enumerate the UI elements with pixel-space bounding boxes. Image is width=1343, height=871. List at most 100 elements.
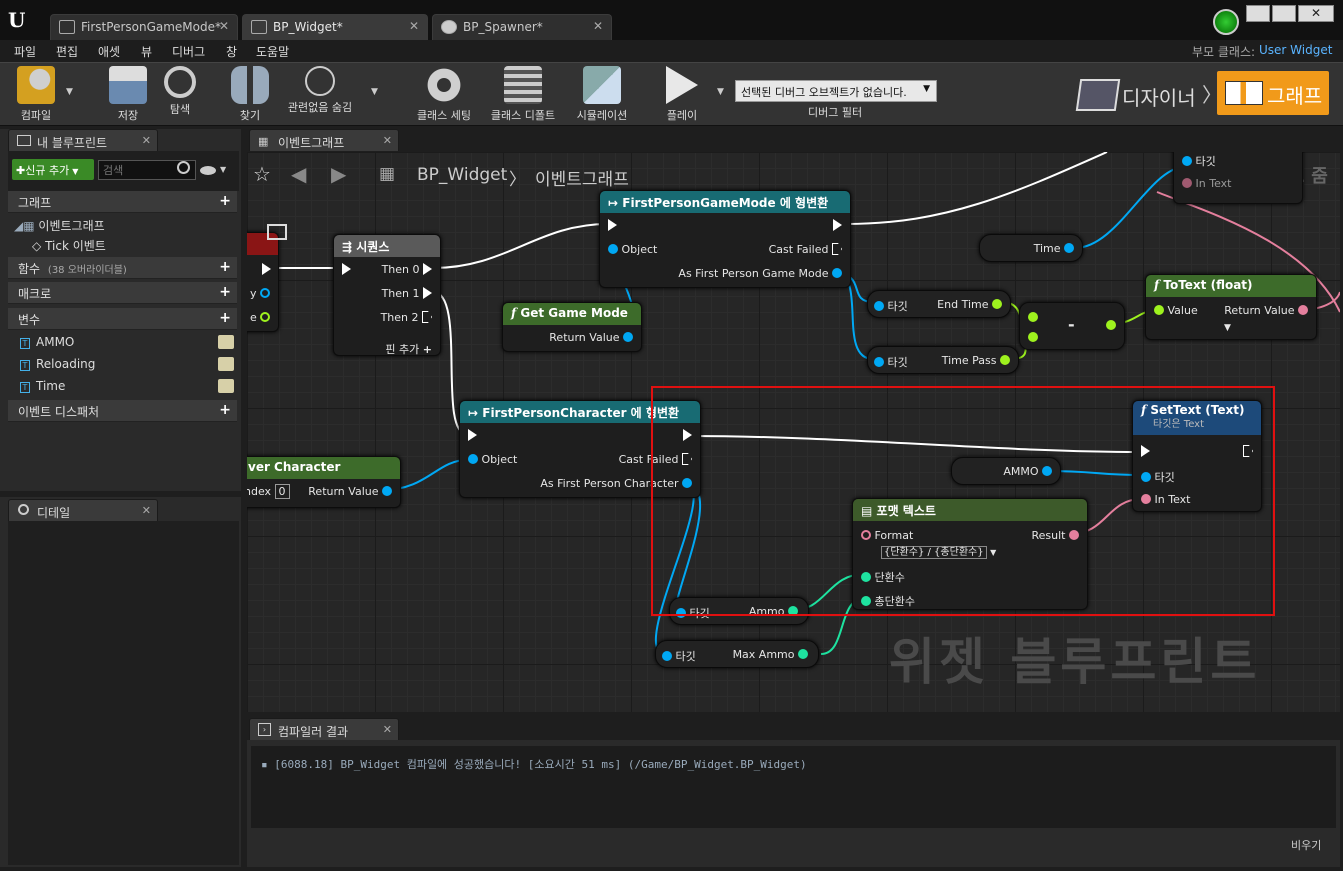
max-ammo-getter-node[interactable]: 타깃 Max Ammo	[655, 640, 819, 668]
player-index-pin[interactable]: ndex 0	[247, 484, 290, 499]
close-icon[interactable]: ✕	[409, 19, 419, 33]
expand-chevron-icon[interactable]: ▼	[1224, 323, 1231, 333]
section-macros[interactable]: 매크로 +	[8, 282, 237, 304]
visibility-eye-icon[interactable]	[200, 166, 216, 175]
find-button[interactable]: 찾기	[226, 66, 274, 123]
compile-button[interactable]: 컴파일	[8, 66, 64, 123]
in-text-pin[interactable]: In Text	[1182, 177, 1231, 190]
simulation-button[interactable]: 시뮬레이션	[570, 66, 634, 123]
exec-in-pin[interactable]	[342, 263, 351, 276]
section-graphs[interactable]: 그래프 +	[8, 191, 237, 213]
then-2-pin[interactable]: Then 2	[381, 311, 432, 324]
add-new-button[interactable]: ✚신규 추가 ▼	[12, 159, 94, 180]
tick-event-item[interactable]: ◇ Tick 이벤트	[32, 237, 106, 254]
play-options-chevron-icon[interactable]: ▼	[717, 87, 724, 97]
close-icon[interactable]: ✕	[142, 504, 151, 517]
maximize-button[interactable]	[1272, 5, 1296, 22]
close-icon[interactable]: ✕	[383, 134, 392, 147]
target-pin[interactable]: 타깃	[874, 354, 908, 370]
float-pin[interactable]: e	[250, 311, 271, 324]
settext-node-top[interactable]: 타깃 In Text	[1173, 152, 1303, 204]
value-pin[interactable]: Value	[1154, 304, 1198, 317]
variable-time[interactable]: T Time	[20, 379, 65, 393]
tab-event-graph[interactable]: ▦ 이벤트그래프 ✕	[249, 129, 399, 151]
tab-bp-widget[interactable]: BP_Widget* ✕	[242, 14, 428, 40]
variable-ammo[interactable]: T AMMO	[20, 335, 74, 349]
eye-icon[interactable]	[218, 379, 234, 393]
close-icon[interactable]: ✕	[219, 19, 229, 33]
time-pass-getter-node[interactable]: 타깃 Time Pass	[867, 346, 1019, 374]
close-icon[interactable]: ✕	[383, 723, 392, 736]
menu-edit[interactable]: 편집	[56, 43, 78, 60]
menu-asset[interactable]: 애셋	[98, 43, 120, 60]
forward-arrow-icon[interactable]: ▶	[331, 162, 346, 186]
exec-out-pin[interactable]	[262, 263, 271, 276]
get-game-mode-node[interactable]: f Get Game Mode Return Value	[502, 302, 642, 352]
close-icon[interactable]: ✕	[593, 19, 603, 33]
close-window-button[interactable]: ✕	[1298, 5, 1334, 22]
graph-canvas[interactable]: ☆ ◀ ▶ ▦ BP_Widget 〉 이벤트그래프 -1 줌 위젯 블루프린트…	[247, 152, 1340, 712]
tab-firstpersongamemode[interactable]: FirstPersonGameMode* ✕	[50, 14, 238, 40]
a-pin[interactable]	[1028, 311, 1038, 324]
hide-unrelated-chevron-icon[interactable]: ▼	[371, 87, 378, 97]
compile-options-chevron-icon[interactable]: ▼	[66, 87, 73, 97]
object-pin[interactable]: Object	[468, 453, 517, 466]
tab-details[interactable]: 디테일 ✕	[8, 499, 158, 521]
then-1-pin[interactable]: Then 1	[382, 287, 432, 300]
eye-icon[interactable]	[218, 335, 234, 349]
clear-button[interactable]: 비우기	[1291, 837, 1321, 853]
play-button[interactable]: 플레이	[660, 66, 704, 123]
chevron-down-icon[interactable]: ▼	[220, 165, 226, 174]
exec-out-pin[interactable]	[833, 219, 842, 232]
event-graph-item[interactable]: ◢▦ 이벤트그래프	[14, 217, 105, 234]
add-macro-button[interactable]: +	[219, 284, 231, 300]
section-functions[interactable]: 함수 (38 오버라이더블) +	[8, 257, 237, 279]
return-value-pin[interactable]: Return Value	[549, 331, 633, 344]
menu-debug[interactable]: 디버그	[172, 43, 205, 60]
to-text-float-node[interactable]: f ToText (float) Value Return Value ▼	[1145, 274, 1317, 340]
variable-reloading[interactable]: T Reloading	[20, 357, 95, 371]
menu-view[interactable]: 뷰	[141, 43, 152, 60]
max-ammo-out-pin[interactable]: Max Ammo	[733, 648, 808, 661]
favorite-star-icon[interactable]: ☆	[253, 162, 271, 186]
add-function-button[interactable]: +	[219, 259, 231, 275]
close-icon[interactable]: ✕	[142, 134, 151, 147]
menu-help[interactable]: 도움말	[256, 43, 289, 60]
target-pin[interactable]: 타깃	[874, 298, 908, 314]
save-button[interactable]: 저장	[104, 66, 152, 123]
end-time-getter-node[interactable]: 타깃 End Time	[867, 290, 1011, 318]
get-player-character-node[interactable]: ver Character ndex 0 Return Value	[247, 456, 401, 508]
cast-to-gamemode-node[interactable]: ↦ FirstPersonGameMode 에 형변환 Object Cast …	[599, 190, 851, 288]
class-defaults-button[interactable]: 클래스 디폴트	[486, 66, 560, 123]
section-variables[interactable]: 변수 +	[8, 308, 237, 330]
return-value-pin[interactable]: Return Value	[1224, 304, 1308, 317]
add-pin-button[interactable]: 핀 추가 +	[385, 341, 432, 357]
designer-mode-button[interactable]: 디자이너	[1075, 75, 1204, 115]
object-pin[interactable]: Object	[608, 243, 657, 256]
target-pin[interactable]: 타깃	[1182, 153, 1216, 169]
time-pass-out-pin[interactable]: Time Pass	[942, 354, 1010, 367]
then-0-pin[interactable]: Then 0	[382, 263, 432, 276]
breadcrumb-blueprint[interactable]: BP_Widget	[417, 165, 507, 185]
menu-window[interactable]: 창	[226, 43, 237, 60]
browse-button[interactable]: 탐색	[156, 66, 204, 117]
back-arrow-icon[interactable]: ◀	[291, 162, 306, 186]
exec-in-pin[interactable]	[468, 429, 477, 442]
add-variable-button[interactable]: +	[219, 310, 231, 326]
result-pin[interactable]	[1106, 319, 1116, 332]
menu-file[interactable]: 파일	[14, 43, 36, 60]
add-dispatcher-button[interactable]: +	[219, 402, 231, 418]
eye-icon[interactable]	[218, 357, 234, 371]
end-time-out-pin[interactable]: End Time	[937, 298, 1002, 311]
target-pin[interactable]: 타깃	[662, 648, 696, 664]
add-graph-button[interactable]: +	[219, 193, 231, 209]
as-gamemode-pin[interactable]: As First Person Game Mode	[678, 267, 842, 280]
class-settings-button[interactable]: 클래스 세팅	[410, 66, 478, 123]
cast-failed-pin[interactable]: Cast Failed	[769, 243, 842, 256]
debug-object-select[interactable]: 선택된 디버그 오브젝트가 없습니다. ▼	[735, 80, 937, 102]
source-control-icon[interactable]	[1213, 9, 1239, 35]
time-out-pin[interactable]: Time	[1034, 242, 1074, 255]
time-variable-node[interactable]: Time	[979, 234, 1083, 262]
tab-bp-spawner[interactable]: BP_Spawner* ✕	[432, 14, 612, 40]
section-event-dispatchers[interactable]: 이벤트 디스패처 +	[8, 400, 237, 422]
